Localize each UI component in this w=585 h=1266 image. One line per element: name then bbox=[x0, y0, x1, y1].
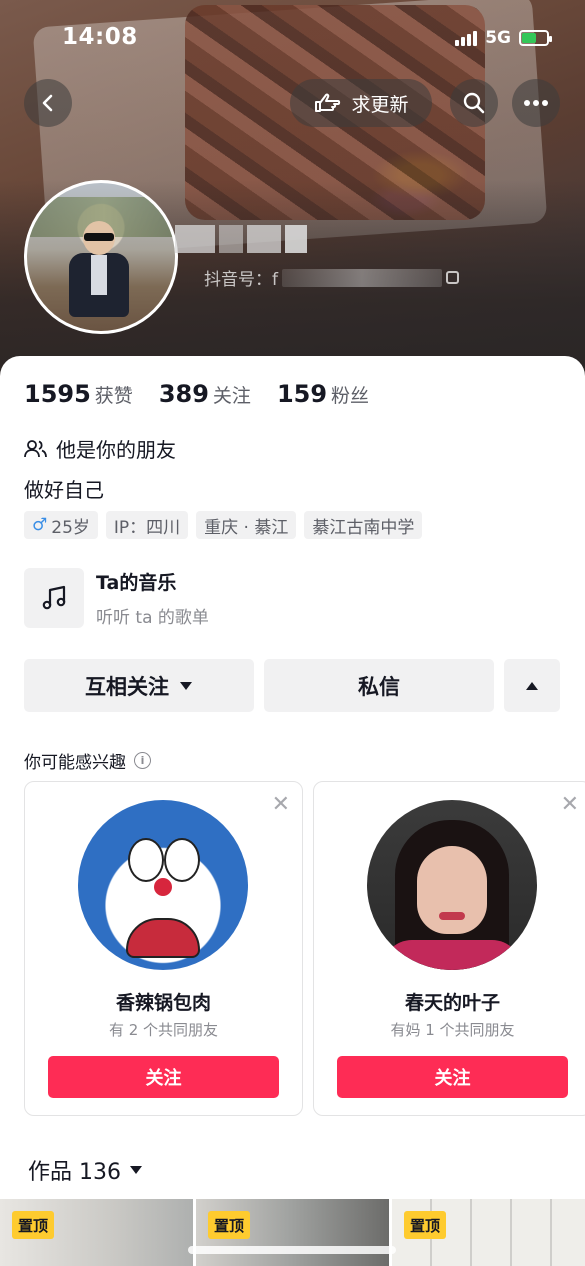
expand-suggestions-button[interactable] bbox=[504, 659, 560, 712]
request-update-button[interactable]: 求更新 bbox=[290, 79, 432, 127]
username-redacted bbox=[175, 225, 307, 253]
suggestion-avatar[interactable] bbox=[78, 800, 248, 970]
tag-ip: IP：四川 bbox=[105, 511, 189, 539]
suggestion-card[interactable]: ✕ 春天的叶子 有妈 1 个共同朋友 关注 bbox=[313, 781, 585, 1116]
suggestion-mutual: 有妈 1 个共同朋友 bbox=[390, 1021, 515, 1039]
music-entry[interactable]: Ta的音乐 听听 ta 的歌单 bbox=[24, 568, 209, 628]
pointing-hand-icon bbox=[315, 93, 341, 112]
battery-icon bbox=[519, 30, 552, 46]
works-grid: 置顶 置顶 置顶 bbox=[0, 1199, 585, 1266]
action-buttons: 互相关注 私信 bbox=[24, 659, 560, 712]
suggestion-avatar[interactable] bbox=[367, 800, 537, 970]
tag-age: ♂ 25岁 bbox=[24, 511, 98, 539]
status-bar-right: 5G bbox=[455, 28, 552, 48]
suggestion-mutual: 有 2 个共同朋友 bbox=[108, 1021, 219, 1039]
music-title: Ta的音乐 bbox=[96, 572, 177, 594]
message-button[interactable]: 私信 bbox=[264, 659, 494, 712]
back-button[interactable] bbox=[24, 79, 72, 127]
profile-sheet: 1595 获赞 389 关注 159 粉丝 他是你的朋友 做好自己 ♂ 25岁 IP：四… bbox=[0, 356, 585, 1266]
suggestion-card[interactable]: ✕ 香辣锅包肉 有 2 个共同朋友 关注 bbox=[24, 781, 303, 1116]
search-icon bbox=[463, 92, 485, 114]
profile-page: 14:08 5G 求更新 抖音号：f 1595 获赞 389 关注 159 粉丝… bbox=[0, 0, 585, 1266]
tag-location[interactable]: 重庆 · 綦江 bbox=[196, 511, 297, 539]
tags-row: ♂ 25岁 IP：四川 重庆 · 綦江 綦江古南中学 bbox=[24, 511, 423, 539]
info-icon[interactable]: i bbox=[134, 752, 151, 769]
suggestion-cards: ✕ 香辣锅包肉 有 2 个共同朋友 关注 ✕ 春天的叶子 有妈 1 个共同朋友 … bbox=[24, 781, 585, 1116]
close-icon[interactable]: ✕ bbox=[272, 792, 290, 817]
bio: 做好自己 bbox=[24, 478, 104, 502]
video-thumbnail[interactable]: 置顶 bbox=[0, 1199, 193, 1266]
pinned-badge: 置顶 bbox=[404, 1211, 447, 1239]
caret-up-icon bbox=[526, 681, 538, 690]
stats-row: 1595 获赞 389 关注 159 粉丝 bbox=[24, 380, 369, 408]
works-tab[interactable]: 作品 136 bbox=[28, 1154, 143, 1186]
avatar[interactable] bbox=[24, 180, 178, 334]
caret-down-icon bbox=[180, 681, 192, 690]
more-icon bbox=[524, 100, 548, 106]
suggestion-name: 香辣锅包肉 bbox=[115, 992, 211, 1014]
stat-followers[interactable]: 159 粉丝 bbox=[277, 380, 369, 408]
caret-down-icon bbox=[130, 1166, 142, 1174]
video-thumbnail[interactable]: 置顶 bbox=[392, 1199, 585, 1266]
douyin-id[interactable]: 抖音号：f bbox=[204, 265, 459, 290]
friend-indicator: 他是你的朋友 bbox=[24, 434, 176, 463]
friend-label: 他是你的朋友 bbox=[56, 438, 176, 462]
music-subtitle: 听听 ta 的歌单 bbox=[96, 608, 209, 628]
pinned-badge: 置顶 bbox=[12, 1211, 55, 1239]
chevron-left-icon bbox=[42, 94, 53, 112]
close-icon[interactable]: ✕ bbox=[561, 792, 579, 817]
network-label: 5G bbox=[485, 28, 511, 48]
works-label: 作品 136 bbox=[28, 1160, 121, 1185]
suggestion-name: 春天的叶子 bbox=[404, 992, 500, 1014]
follow-button[interactable]: 关注 bbox=[337, 1056, 568, 1098]
signal-icon bbox=[455, 30, 478, 46]
copy-icon[interactable] bbox=[446, 271, 459, 284]
suggestions-title: 你可能感兴趣 i bbox=[24, 748, 151, 773]
home-indicator[interactable] bbox=[188, 1246, 396, 1254]
friends-icon bbox=[24, 439, 47, 457]
more-button[interactable] bbox=[512, 79, 560, 127]
douyin-id-redacted bbox=[282, 268, 442, 287]
stat-following[interactable]: 389 关注 bbox=[159, 380, 251, 408]
pinned-badge: 置顶 bbox=[208, 1211, 251, 1239]
search-button[interactable] bbox=[450, 79, 498, 127]
tag-school[interactable]: 綦江古南中学 bbox=[304, 511, 423, 539]
douyin-id-prefix: 抖音号：f bbox=[204, 270, 278, 290]
video-thumbnail[interactable]: 置顶 bbox=[196, 1199, 389, 1266]
mutual-follow-button[interactable]: 互相关注 bbox=[24, 659, 254, 712]
request-update-label: 求更新 bbox=[351, 93, 409, 116]
status-time: 14:08 bbox=[62, 24, 138, 50]
music-note-icon bbox=[24, 568, 84, 628]
stat-likes[interactable]: 1595 获赞 bbox=[24, 380, 133, 408]
follow-button[interactable]: 关注 bbox=[48, 1056, 279, 1098]
male-icon: ♂ bbox=[32, 515, 48, 535]
